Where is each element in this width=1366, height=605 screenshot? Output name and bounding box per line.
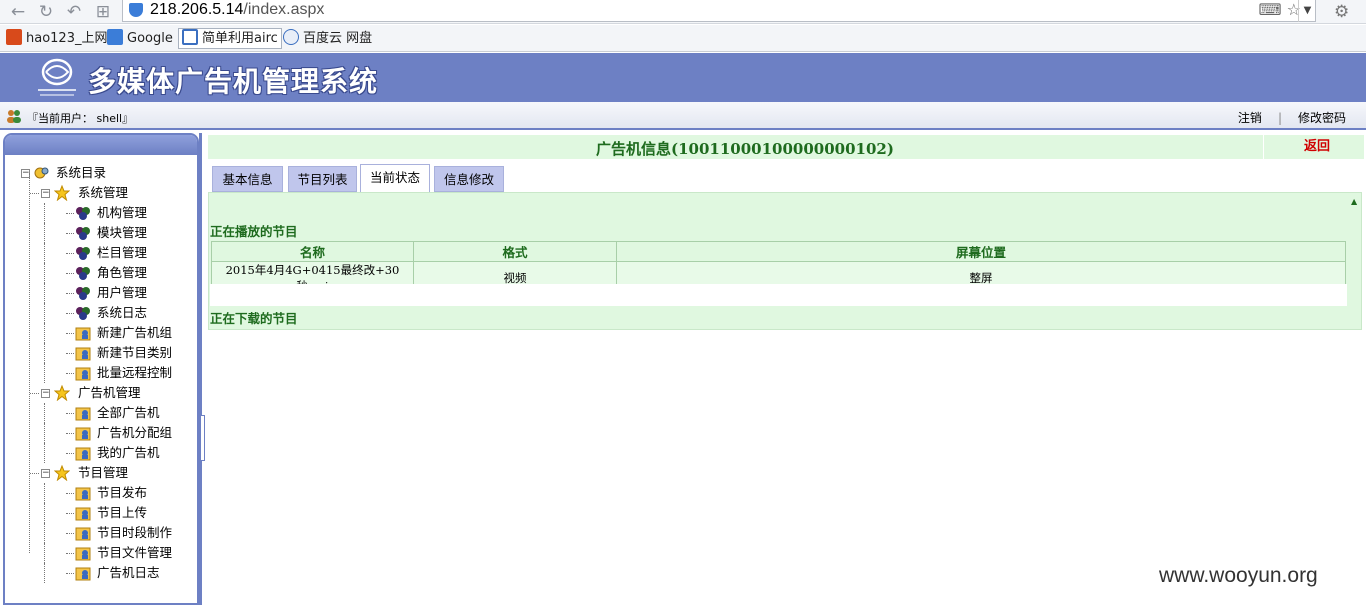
tree-group-1[interactable]: − 广告机管理 bbox=[5, 383, 197, 403]
star-icon[interactable]: ⌨ ☆ bbox=[1258, 0, 1301, 19]
tree-item[interactable]: 广告机日志 bbox=[5, 563, 197, 583]
tree-item[interactable]: 节目发布 bbox=[5, 483, 197, 503]
bookmarks-bar: hao123_上网 Google 简单利用airc 百度云 网盘 bbox=[0, 25, 1366, 52]
history-icon[interactable]: ↶ bbox=[64, 2, 84, 22]
bookmark-google[interactable]: Google bbox=[107, 28, 173, 49]
hao123-icon bbox=[6, 29, 22, 45]
collapse-icon[interactable]: − bbox=[41, 389, 50, 398]
url-input[interactable]: 218.206.5.14/index.aspx ⌨ ☆ bbox=[122, 0, 1316, 22]
table-header-row: 名称 格式 屏幕位置 bbox=[211, 241, 1346, 262]
tree-item[interactable]: 机构管理 bbox=[5, 203, 197, 223]
return-link[interactable]: 返回 bbox=[1263, 135, 1364, 159]
tree-item[interactable]: 批量远程控制 bbox=[5, 363, 197, 383]
url-text: 218.206.5.14/index.aspx bbox=[150, 1, 325, 18]
shield-icon bbox=[129, 3, 143, 17]
tree-root[interactable]: − 系统目录 bbox=[5, 163, 197, 183]
scrollbar[interactable]: ▲ bbox=[1349, 193, 1361, 329]
chevron-down-icon[interactable]: ▼ bbox=[1298, 0, 1316, 22]
tree-item[interactable]: 模块管理 bbox=[5, 223, 197, 243]
china-mobile-logo-icon bbox=[38, 58, 76, 96]
main-panel: 广告机信息(10011000100000000102) 返回 基本信息 节目列表… bbox=[206, 133, 1366, 605]
tab-info-edit[interactable]: 信息修改 bbox=[434, 166, 504, 192]
tree-group-0[interactable]: − 系统管理 bbox=[5, 183, 197, 203]
tab-program-list[interactable]: 节目列表 bbox=[288, 166, 357, 192]
tree-item[interactable]: 节目文件管理 bbox=[5, 543, 197, 563]
tree-item[interactable]: 广告机分配组 bbox=[5, 423, 197, 443]
tree-item[interactable]: 新建广告机组 bbox=[5, 323, 197, 343]
tree-item[interactable]: 全部广告机 bbox=[5, 403, 197, 423]
info-bar: 广告机信息(10011000100000000102) 返回 bbox=[208, 135, 1364, 159]
divider: | bbox=[1277, 111, 1282, 125]
app-header: 多媒体广告机管理系统 bbox=[0, 53, 1366, 102]
bookmark-baiduyun[interactable]: 百度云 网盘 bbox=[283, 28, 372, 49]
tree-item[interactable]: 我的广告机 bbox=[5, 443, 197, 463]
downloading-section-title: 正在下载的节目 bbox=[210, 311, 298, 326]
playing-section-title: 正在播放的节目 bbox=[210, 224, 298, 239]
bookmark-hao123[interactable]: hao123_上网 bbox=[6, 28, 107, 49]
user-bar: 『当前用户： shell』 注销 | 修改密码 bbox=[0, 102, 1366, 130]
tree-item[interactable]: 用户管理 bbox=[5, 283, 197, 303]
system-tree: − 系统目录 − 系统管理 机构管理 模块管理 栏目管理 角色管理 用户管理 系… bbox=[5, 155, 197, 583]
page-title: 广告机信息(10011000100000000102) bbox=[596, 140, 894, 158]
splitter-handle[interactable] bbox=[200, 415, 205, 461]
tree-item[interactable]: 角色管理 bbox=[5, 263, 197, 283]
column-header-name: 名称 bbox=[211, 241, 414, 262]
forward-icon[interactable]: ↻ bbox=[36, 2, 56, 22]
app-title: 多媒体广告机管理系统 bbox=[88, 65, 379, 98]
tree-item[interactable]: 节目上传 bbox=[5, 503, 197, 523]
tree-item[interactable]: 新建节目类别 bbox=[5, 343, 197, 363]
column-header-screen-position: 屏幕位置 bbox=[616, 241, 1346, 262]
bookmark-airc[interactable]: 简单利用airc bbox=[178, 28, 282, 49]
collapse-icon[interactable]: − bbox=[41, 469, 50, 478]
tree-item[interactable]: 栏目管理 bbox=[5, 243, 197, 263]
current-user: 『当前用户： shell』 bbox=[27, 112, 134, 125]
tree-group-2[interactable]: − 节目管理 bbox=[5, 463, 197, 483]
sidebar: − 系统目录 − 系统管理 机构管理 模块管理 栏目管理 角色管理 用户管理 系… bbox=[3, 133, 199, 605]
column-header-format: 格式 bbox=[413, 241, 617, 262]
tab-current-status[interactable]: 当前状态 bbox=[360, 164, 430, 193]
sidebar-header bbox=[5, 135, 197, 155]
wrench-icon[interactable]: ⚙ bbox=[1334, 2, 1349, 22]
tree-item[interactable]: 系统日志 bbox=[5, 303, 197, 323]
tab-basic-info[interactable]: 基本信息 bbox=[212, 166, 283, 192]
cloud-icon bbox=[283, 29, 299, 45]
change-password-link[interactable]: 修改密码 bbox=[1298, 111, 1346, 125]
shield-icon bbox=[182, 29, 198, 45]
arrow-up-icon[interactable]: ▲ bbox=[1351, 197, 1357, 206]
status-panel: 正在播放的节目 名称 格式 屏幕位置 2015年4月4G+0415最终改+30秒… bbox=[208, 192, 1362, 330]
browser-toolbar: ← ↻ ↶ ⊞ 218.206.5.14/index.aspx ⌨ ☆ ▼ ⚙ bbox=[0, 0, 1366, 24]
google-icon bbox=[107, 29, 123, 45]
apps-icon[interactable]: ⊞ bbox=[93, 2, 113, 22]
watermark: www.wooyun.org bbox=[1159, 564, 1318, 587]
collapse-icon[interactable]: − bbox=[41, 189, 50, 198]
back-icon[interactable]: ← bbox=[8, 2, 28, 22]
splitter[interactable] bbox=[199, 133, 206, 605]
logout-link[interactable]: 注销 bbox=[1238, 111, 1262, 125]
tree-item[interactable]: 节目时段制作 bbox=[5, 523, 197, 543]
users-icon bbox=[7, 110, 21, 123]
